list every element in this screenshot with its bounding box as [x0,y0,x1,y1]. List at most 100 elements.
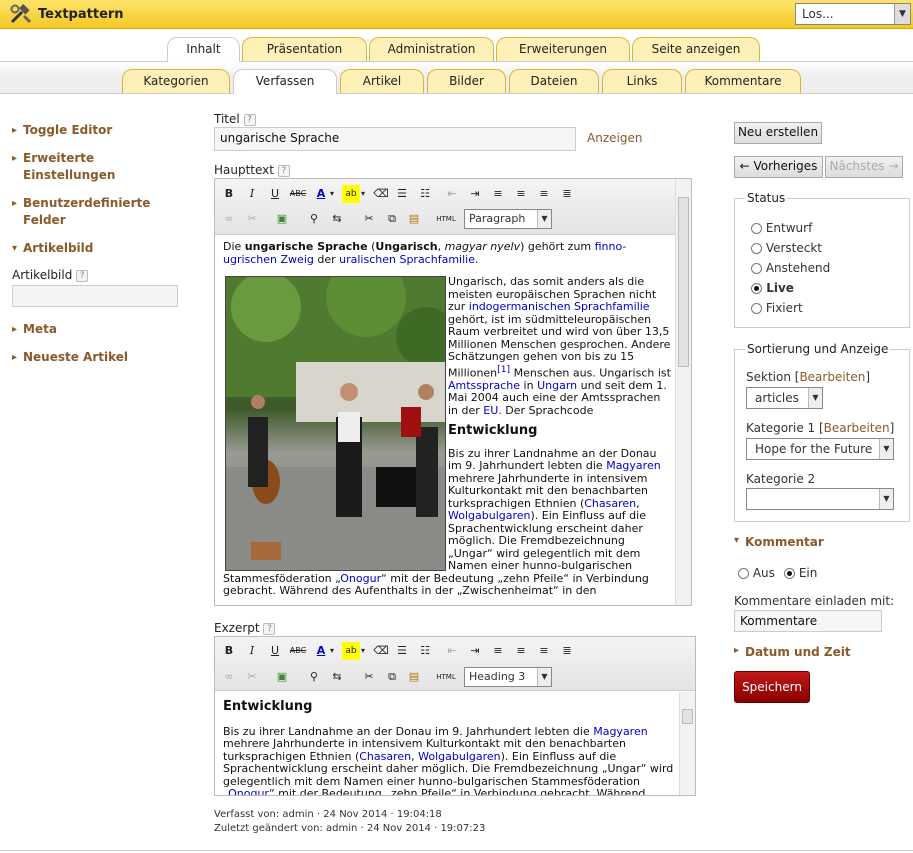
html-icon[interactable]: HTML [435,210,457,228]
numbered-list-icon[interactable]: ☷ [416,642,434,660]
recent-articles-toggle[interactable]: Neueste Artikel [12,349,182,366]
inline-link[interactable]: Ungarn [537,379,577,392]
status-hidden[interactable]: Versteckt [751,241,822,255]
outdent-icon[interactable]: ⇤ [443,185,461,203]
tab-administration[interactable]: Administration [369,37,494,61]
inline-link[interactable]: indogermanischen Sprachfamilie [469,300,650,313]
bullet-list-icon[interactable]: ☰ [393,642,411,660]
toggle-editor-link[interactable]: Toggle Editor [12,122,182,139]
app-logo[interactable]: Textpattern [10,4,124,24]
align-left-icon[interactable]: ≡ [489,185,507,203]
inline-link[interactable]: Magyaren [593,725,647,738]
article-image-toggle[interactable]: Artikelbild [12,240,182,257]
replace-icon[interactable]: ⇆ [328,210,346,228]
status-pending[interactable]: Anstehend [751,261,830,275]
footnote-link[interactable]: [1] [497,364,510,375]
comments-off[interactable]: Aus [738,566,775,580]
radio-icon[interactable] [751,263,762,274]
next-button[interactable]: Nächstes → [825,156,903,178]
radio-icon[interactable] [751,243,762,254]
format-select[interactable]: Heading 3 ▼ [464,667,552,687]
section-select[interactable]: articles ▼ [746,387,823,409]
copy-icon[interactable]: ⧉ [383,210,401,228]
tab-erweiterungen[interactable]: Erweiterungen [496,37,630,61]
chevron-down-icon[interactable]: ▾ [327,642,337,660]
date-time-toggle[interactable]: ▸ Datum und Zeit [734,645,851,659]
numbered-list-icon[interactable]: ☷ [416,185,434,203]
inline-link[interactable]: EU [483,404,498,417]
excerpt-scrollbar[interactable] [679,692,695,795]
status-live[interactable]: Live [751,281,794,295]
scroll-thumb[interactable] [678,197,689,367]
tab-verfassen[interactable]: Verfassen [233,69,337,94]
outdent-icon[interactable]: ⇤ [443,642,461,660]
help-icon[interactable]: ? [76,269,89,282]
unlink-icon[interactable]: ✂ [243,668,261,686]
tab-inhalt[interactable]: Inhalt [167,37,240,62]
help-icon[interactable]: ? [243,113,256,126]
bold-icon[interactable]: B [220,185,238,203]
strikethrough-icon[interactable]: ABC [289,642,307,660]
custom-fields-toggle[interactable]: Benutzerdefinierte Felder [12,195,150,229]
copy-icon[interactable]: ⧉ [383,668,401,686]
inline-link[interactable]: Wolgabulgaren [448,509,531,522]
status-draft[interactable]: Entwurf [751,221,812,235]
radio-icon[interactable] [751,283,762,294]
justify-icon[interactable]: ≣ [558,642,576,660]
replace-icon[interactable]: ⇆ [328,668,346,686]
tab-artikel[interactable]: Artikel [340,69,424,93]
eraser-icon[interactable]: ⌫ [372,185,390,203]
body-scrollbar[interactable] [675,179,691,605]
image-icon[interactable]: ▣ [273,210,291,228]
tab-seite-anzeigen[interactable]: Seite anzeigen [632,37,760,61]
strikethrough-icon[interactable]: ABC [289,185,307,203]
inline-link[interactable]: Amtssprache [448,379,520,392]
invite-input[interactable]: Kommentare [734,610,882,632]
bold-icon[interactable]: B [220,642,238,660]
align-center-icon[interactable]: ≡ [512,642,530,660]
link-icon[interactable]: ∞ [220,668,238,686]
inline-link[interactable]: uralischen Sprachfamilie [339,253,475,266]
format-select[interactable]: Paragraph ▼ [464,209,552,229]
html-icon[interactable]: HTML [435,668,457,686]
inline-link[interactable]: Wolgabulgaren [418,750,501,763]
tab-links[interactable]: Links [602,69,682,93]
paste-icon[interactable]: ▤ [405,668,423,686]
help-icon[interactable]: ? [277,164,290,177]
eraser-icon[interactable]: ⌫ [372,642,390,660]
inline-link[interactable]: Chasaren [359,750,411,763]
underline-icon[interactable]: U [266,185,284,203]
chevron-down-icon[interactable]: ▾ [358,185,368,203]
tab-kommentare[interactable]: Kommentare [685,69,801,93]
tab-kategorien[interactable]: Kategorien [122,69,230,93]
unlink-icon[interactable]: ✂ [243,210,261,228]
cut-icon[interactable]: ✂ [360,668,378,686]
radio-icon[interactable] [751,303,762,314]
tab-dateien[interactable]: Dateien [509,69,599,93]
section-edit-link[interactable]: Bearbeiten [799,370,865,384]
comments-on[interactable]: Ein [784,566,817,580]
underline-icon[interactable]: U [266,642,284,660]
bullet-list-icon[interactable]: ☰ [393,185,411,203]
align-right-icon[interactable]: ≡ [535,642,553,660]
tab-bilder[interactable]: Bilder [427,69,506,93]
align-left-icon[interactable]: ≡ [489,642,507,660]
indent-icon[interactable]: ⇥ [466,185,484,203]
inline-link[interactable]: Magyaren [606,459,660,472]
scroll-thumb[interactable] [682,709,693,724]
go-select[interactable]: Los... ▼ [795,3,911,25]
chevron-down-icon[interactable]: ▾ [358,642,368,660]
inline-link[interactable]: Onogur [340,572,381,585]
chevron-down-icon[interactable]: ▾ [327,185,337,203]
align-center-icon[interactable]: ≡ [512,185,530,203]
category1-select[interactable]: Hope for the Future ▼ [746,438,894,460]
help-icon[interactable]: ? [263,622,276,635]
cat1-edit-link[interactable]: Bearbeiten [824,421,890,435]
indent-icon[interactable]: ⇥ [466,642,484,660]
justify-icon[interactable]: ≣ [558,185,576,203]
new-article-button[interactable]: Neu erstellen [734,122,822,144]
link-icon[interactable]: ∞ [220,210,238,228]
radio-icon[interactable] [751,223,762,234]
musicians-photo[interactable] [225,276,446,571]
align-right-icon[interactable]: ≡ [535,185,553,203]
